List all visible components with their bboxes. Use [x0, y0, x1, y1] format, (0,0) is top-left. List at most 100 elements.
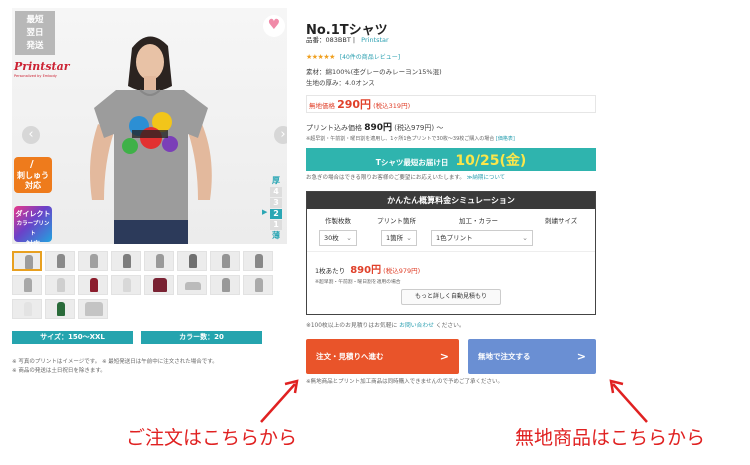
- next-day-line: 翌日: [26, 28, 44, 38]
- delivery-info-link[interactable]: ≫納期について: [467, 175, 506, 181]
- thumbnail[interactable]: [78, 251, 108, 271]
- blank-order-button[interactable]: 無地で注文する >: [468, 339, 596, 374]
- thumbnail[interactable]: [45, 251, 75, 271]
- product-code-line: 品番：083BBT | Printstar: [306, 36, 389, 44]
- print-price-label: プリント込み価格: [306, 124, 362, 132]
- thickness-level-active: 2: [270, 209, 282, 219]
- bulk-order-note: ※100枚以上のお見積りはお気軽に お問い合わせ ください。: [306, 320, 465, 329]
- next-day-line: 最短: [26, 15, 44, 25]
- thumbnail[interactable]: [45, 299, 75, 319]
- thumbnail[interactable]: [12, 251, 42, 271]
- thumbnail[interactable]: [78, 275, 108, 295]
- thickness-label-bottom: 薄: [272, 231, 280, 240]
- badge-line: 対応: [26, 240, 40, 248]
- delivery-label: Tシャツ最短お届け日: [375, 158, 449, 167]
- embroidery-badge: / 刺しゅう 対応: [14, 157, 52, 193]
- product-page: 最短 翌日 発送 Printstar Personalized by Embod…: [0, 0, 750, 465]
- place-header: プリント箇所: [377, 217, 416, 225]
- thumbnail[interactable]: [243, 275, 273, 295]
- delivery-note: お急ぎの場合はできる限りお客様のご要望にお応えいたします。 ≫納期について: [306, 173, 505, 181]
- photo-note: ※ 写真のプリントはイメージです。 ※ 最短発送日は午前中に注文された場合です。: [12, 359, 218, 365]
- price-table-link[interactable]: [価格表]: [496, 136, 515, 142]
- bulk-order-note-end: ください。: [435, 323, 465, 329]
- thumbnail[interactable]: [111, 275, 141, 295]
- thumbnail[interactable]: [12, 275, 42, 295]
- print-price-value: 890円: [364, 123, 393, 133]
- qty-header: 作製枚数: [325, 217, 351, 225]
- unit-price-line: 1枚あたり 890円 (税込979円): [315, 261, 420, 276]
- prev-image-button[interactable]: ‹: [22, 126, 40, 144]
- print-price-tax: (税込979円): [394, 124, 435, 132]
- chevron-down-icon: ⌄: [522, 234, 528, 242]
- detailed-estimate-button[interactable]: もっと詳しく自動見積もり: [401, 289, 501, 305]
- direct-color-print-badge: ダイレクト カラープリント 対応: [14, 206, 52, 248]
- triangle-right-icon: ▶: [262, 208, 268, 216]
- place-select[interactable]: 1箇所 ⌄: [381, 230, 417, 246]
- thumbnail[interactable]: [177, 251, 207, 271]
- heart-icon: ♥: [267, 17, 281, 33]
- size-range-badge: サイズ：150〜XXL: [12, 331, 133, 344]
- chevron-left-icon: ‹: [28, 127, 34, 142]
- main-product-photo[interactable]: 最短 翌日 発送 Printstar Personalized by Embod…: [12, 8, 287, 244]
- print-price-note: ※超早割・午前割・曜日割を適用し、1ヶ所1色プリントで30枚〜39枚ご購入の場合…: [306, 135, 515, 142]
- blank-price-value: 290円: [337, 98, 372, 111]
- color-count-badge: カラー数：20: [141, 331, 262, 344]
- contact-link[interactable]: お問い合わせ: [399, 323, 434, 329]
- thumbnail[interactable]: [78, 299, 108, 319]
- review-link[interactable]: [40件の商品レビュー]: [340, 54, 400, 61]
- thickness-level: 4: [270, 187, 282, 197]
- delivery-note-text: お急ぎの場合はできる限りお客様のご要望にお応えいたします。: [306, 175, 465, 181]
- chevron-down-icon: ⌄: [406, 234, 412, 242]
- blank-button-label: 無地で注文する: [478, 352, 531, 361]
- thumbnail[interactable]: [12, 299, 42, 319]
- material-text: 素材：綿100%(杢グレーのみレーヨン15%混): [306, 68, 442, 76]
- brand-logo-wordmark: Printstar: [14, 60, 70, 73]
- qty-select[interactable]: 30枚 ⌄: [319, 230, 357, 246]
- simulator-title: かんたん概算料金シミュレーション: [307, 192, 595, 209]
- purchase-note: ※無地商品とプリント加工商品は同時購入できませんので予めご了承ください。: [306, 379, 503, 385]
- thumbnail[interactable]: [210, 275, 240, 295]
- unit-price-value: 890円: [350, 265, 382, 276]
- thumbnail[interactable]: [243, 251, 273, 271]
- order-annotation: ご注文はこちらから: [126, 427, 298, 449]
- thumbnail[interactable]: [111, 251, 141, 271]
- arrow-up-right-icon: [260, 379, 299, 423]
- fabric-thickness-scale: 厚 4 3 2 1 薄 ▶: [262, 176, 282, 240]
- thumbnail[interactable]: [177, 275, 207, 295]
- unit-price-label: 1枚あたり: [315, 267, 346, 275]
- rating: ★★★★★ [40件の商品レビュー]: [306, 52, 400, 61]
- blank-annotation: 無地商品はこちらから: [515, 427, 706, 449]
- next-day-shipping-badge: 最短 翌日 発送: [15, 11, 55, 55]
- color-select[interactable]: 1色プリント ⌄: [431, 230, 533, 246]
- blank-price-box: 無地価格 290円 (税込319円): [306, 95, 596, 113]
- thumbnail[interactable]: [45, 275, 75, 295]
- product-code: 品番：083BBT: [306, 36, 351, 44]
- favorite-button[interactable]: ♥: [263, 15, 285, 37]
- maker-link[interactable]: Printstar: [361, 36, 389, 44]
- badge-line: 刺しゅう: [17, 171, 49, 180]
- delivery-date-banner: Tシャツ最短お届け日 10/25(金): [306, 148, 596, 171]
- thickness-label-top: 厚: [272, 176, 280, 185]
- print-price-note-text: ※超早割・午前割・曜日割を適用し、1ヶ所1色プリントで30枚〜39枚ご購入の場合: [306, 136, 495, 142]
- chevron-right-icon: ›: [280, 127, 286, 142]
- embroidery-size-header: 刺繍サイズ: [545, 217, 578, 225]
- shipping-note: ※ 商品の発送は土日祝日を除きます。: [12, 368, 106, 374]
- thumbnail[interactable]: [144, 251, 174, 271]
- blank-price-tax: (税込319円): [373, 102, 411, 110]
- simulator-options: 作製枚数 プリント箇所 加工・カラー 刺繍サイズ 30枚 ⌄ 1箇所 ⌄ 1色プ…: [307, 209, 595, 251]
- process-header: 加工・カラー: [459, 217, 498, 225]
- bulk-order-note-text: ※100枚以上のお見積りはお気軽に: [306, 323, 398, 329]
- price-simulator: かんたん概算料金シミュレーション 作製枚数 プリント箇所 加工・カラー 刺繍サイ…: [306, 191, 596, 315]
- thumbnail[interactable]: [210, 251, 240, 271]
- unit-price-tax: (税込979円): [383, 267, 421, 275]
- thumbnail[interactable]: [144, 275, 174, 295]
- place-select-value: 1箇所: [386, 234, 404, 242]
- qty-select-value: 30枚: [324, 234, 339, 242]
- color-select-value: 1色プリント: [436, 234, 473, 242]
- order-estimate-button[interactable]: 注文・見積りへ進む >: [306, 339, 459, 374]
- next-image-button[interactable]: ›: [274, 126, 287, 144]
- brand-logo: Printstar Personalized by Embody: [14, 60, 70, 90]
- chevron-right-icon: >: [439, 350, 449, 363]
- order-button-label: 注文・見積りへ進む: [316, 352, 384, 361]
- brand-logo-tagline: Personalized by Embody: [14, 74, 57, 78]
